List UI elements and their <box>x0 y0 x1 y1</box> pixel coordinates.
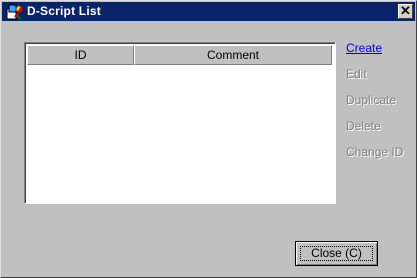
edit-button[interactable]: Edit <box>346 67 367 82</box>
close-button[interactable]: Close (C) <box>295 241 378 266</box>
d-script-list-window: D-Script List ✕ ID Comment Create Edit D… <box>0 0 417 278</box>
change-id-button[interactable]: Change ID <box>346 145 403 160</box>
duplicate-button[interactable]: Duplicate <box>346 93 396 108</box>
column-header-comment[interactable]: Comment <box>134 45 332 65</box>
close-button-label: Close (C) <box>300 246 373 261</box>
script-edit-icon <box>6 3 24 20</box>
window-title: D-Script List <box>27 4 101 18</box>
create-button[interactable]: Create <box>346 41 382 56</box>
delete-button[interactable]: Delete <box>346 119 381 134</box>
script-list-table[interactable]: ID Comment <box>24 42 336 204</box>
title-bar[interactable]: D-Script List ✕ <box>2 2 415 21</box>
column-header-id[interactable]: ID <box>27 45 134 65</box>
close-window-icon[interactable]: ✕ <box>398 4 413 19</box>
